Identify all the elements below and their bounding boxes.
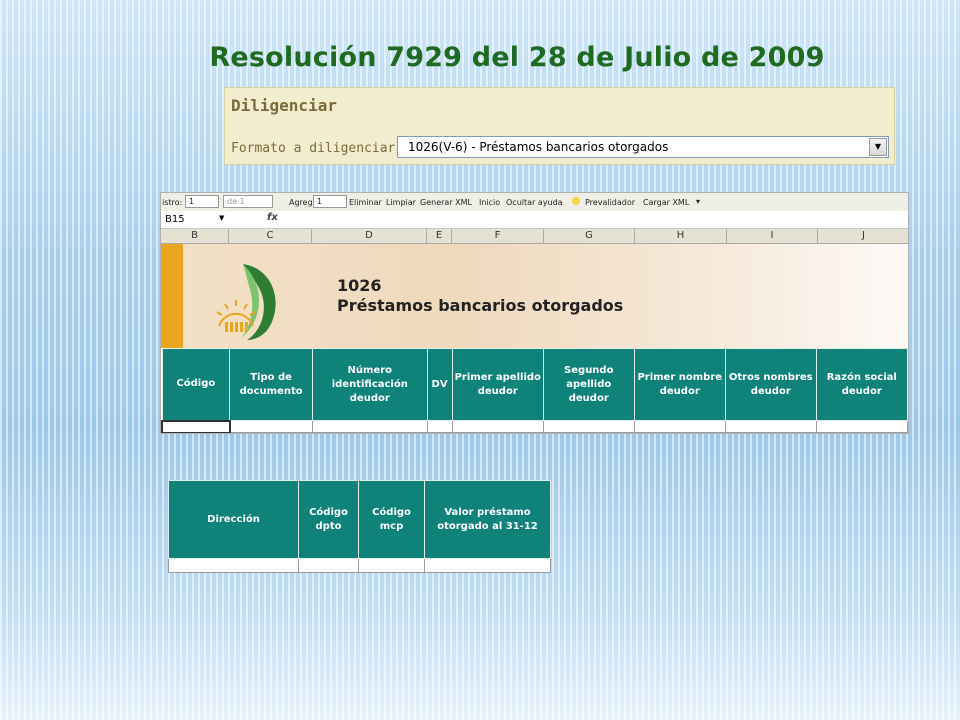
format-select[interactable]: 1026(V-6) - Préstamos bancarios otorgado… — [397, 136, 889, 158]
table-row — [168, 558, 551, 573]
table-cell[interactable] — [724, 420, 817, 433]
form-code: 1026 — [337, 276, 382, 295]
toolbar-overflow-icon[interactable]: ▾ — [696, 197, 700, 206]
table-cell[interactable] — [168, 558, 299, 573]
diligenciar-panel: Diligenciar Formato a diligenciar: 1026(… — [224, 87, 895, 165]
header-direccion: Dirección — [168, 480, 299, 559]
registro-label: istro: — [162, 198, 183, 207]
toolbar: istro: 1 de 1 Agregar 1 Eliminar Limpiar… — [161, 193, 908, 212]
dian-logo-icon — [216, 264, 276, 340]
namebox-dropdown-icon[interactable]: ▼ — [219, 214, 224, 222]
header-numero-identificacion: Número identificación deudor — [312, 348, 428, 421]
generar-xml-button[interactable]: Generar XML — [420, 198, 472, 207]
table-cell[interactable] — [298, 558, 359, 573]
table-cell[interactable] — [451, 420, 544, 433]
col-header-i[interactable]: I — [727, 229, 818, 243]
header-razon-social: Razón social deudor — [815, 348, 908, 421]
header-tipo-documento: Tipo de documento — [229, 348, 313, 421]
loan-table: Dirección Código dpto Código mcp Valor p… — [168, 480, 551, 573]
table-header-row: Código Tipo de documento Número identifi… — [161, 348, 908, 421]
col-header-b[interactable]: B — [161, 229, 229, 243]
ocultar-ayuda-button[interactable]: Ocultar ayuda — [506, 198, 563, 207]
format-label: Formato a diligenciar: — [231, 141, 404, 156]
registro-input[interactable]: 1 — [185, 195, 219, 208]
bulb-icon — [572, 197, 580, 205]
inicio-button[interactable]: Inicio — [479, 198, 500, 207]
registro-total: de 1 — [223, 195, 273, 208]
header-codigo-mcp: Código mcp — [358, 480, 425, 559]
slide-title: Resolución 7929 del 28 de Julio de 2009 — [209, 42, 825, 73]
prevalidador-button[interactable]: Prevalidador — [585, 198, 635, 207]
table-cell[interactable] — [358, 558, 425, 573]
table-header-row: Dirección Código dpto Código mcp Valor p… — [168, 480, 551, 559]
header-segundo-apellido: Segundo apellido deudor — [542, 348, 635, 421]
col-header-h[interactable]: H — [635, 229, 727, 243]
header-dv: DV — [426, 348, 453, 421]
col-header-d[interactable]: D — [312, 229, 427, 243]
limpiar-button[interactable]: Limpiar — [386, 198, 416, 207]
table-row — [161, 419, 908, 433]
eliminar-button[interactable]: Eliminar — [349, 198, 382, 207]
banner-accent-bar — [161, 244, 183, 348]
panel-title: Diligenciar — [231, 96, 337, 115]
formula-bar: B15 ▼ fx — [161, 211, 908, 229]
header-primer-nombre: Primer nombre deudor — [633, 348, 726, 421]
col-header-j[interactable]: J — [818, 229, 908, 243]
table-cell[interactable] — [312, 420, 428, 433]
col-header-e[interactable]: E — [427, 229, 452, 243]
spreadsheet: istro: 1 de 1 Agregar 1 Eliminar Limpiar… — [160, 192, 909, 434]
table-cell[interactable] — [161, 419, 231, 433]
col-header-g[interactable]: G — [544, 229, 635, 243]
header-otros-nombres: Otros nombres deudor — [724, 348, 817, 421]
header-primer-apellido: Primer apellido deudor — [451, 348, 544, 421]
table-cell[interactable] — [815, 420, 908, 433]
col-header-c[interactable]: C — [229, 229, 312, 243]
table-cell[interactable] — [542, 420, 635, 433]
function-icon[interactable]: fx — [267, 212, 278, 223]
header-codigo-dpto: Código dpto — [298, 480, 359, 559]
col-header-f[interactable]: F — [452, 229, 544, 243]
column-headers: B C D E F G H I J — [161, 229, 908, 244]
format-select-value: 1026(V-6) - Préstamos bancarios otorgado… — [408, 140, 669, 154]
header-codigo: Código — [161, 348, 231, 421]
agregar-input[interactable]: 1 — [313, 195, 347, 208]
debtor-table: Código Tipo de documento Número identifi… — [161, 348, 908, 433]
cargar-xml-button[interactable]: Cargar XML — [643, 198, 689, 207]
table-cell[interactable] — [633, 420, 726, 433]
table-cell[interactable] — [424, 558, 551, 573]
header-valor-prestamo: Valor préstamo otorgado al 31-12 — [424, 480, 551, 559]
table-cell[interactable] — [229, 420, 313, 433]
form-name: Préstamos bancarios otorgados — [337, 296, 624, 315]
table-cell[interactable] — [426, 420, 453, 433]
dropdown-arrow-icon[interactable]: ▼ — [869, 138, 887, 156]
form-banner: 1026 Préstamos bancarios otorgados — [161, 244, 908, 348]
